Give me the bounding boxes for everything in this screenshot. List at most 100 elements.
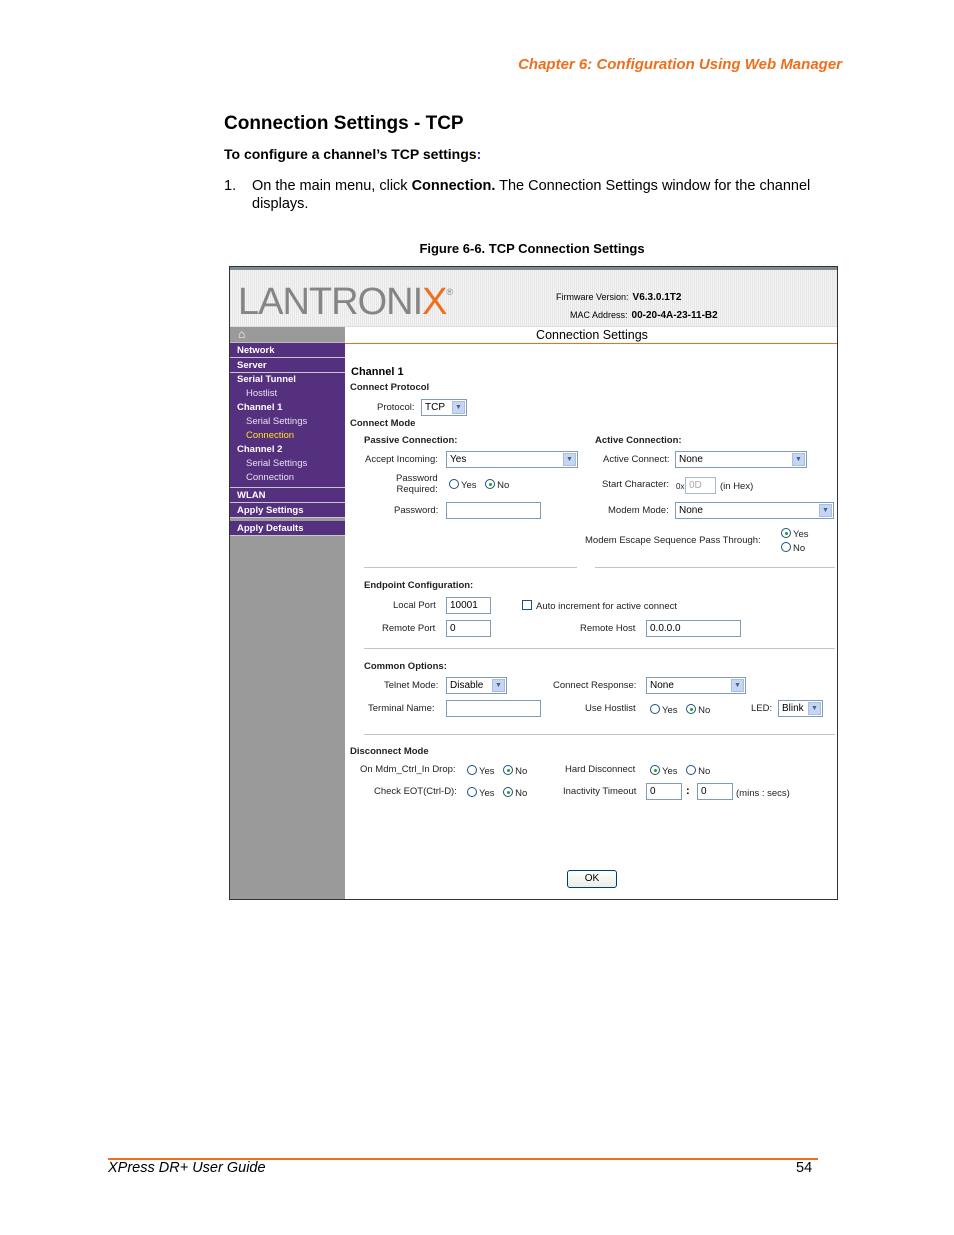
chevron-down-icon: ▼ xyxy=(452,401,465,414)
chevron-down-icon: ▼ xyxy=(808,702,821,715)
page-number: 54 xyxy=(796,1160,813,1176)
chevron-down-icon: ▼ xyxy=(731,679,744,692)
remote-host-label: Remote Host xyxy=(580,623,636,634)
check-eot-label: Check EOT(Ctrl-D): xyxy=(374,786,457,797)
remote-host-input[interactable]: 0.0.0.0 xyxy=(646,620,741,637)
divider xyxy=(364,734,835,735)
password-required-label: Password Required: xyxy=(396,473,438,495)
check-eot-yes-radio[interactable] xyxy=(467,787,477,797)
nav-serial-tunnel[interactable]: Serial Tunnel xyxy=(230,373,345,387)
logo-text: LANTRONI xyxy=(238,281,423,323)
protocol-select[interactable]: TCP ▼ xyxy=(421,399,467,416)
modem-escape-label: Modem Escape Sequence Pass Through: xyxy=(585,535,761,546)
password-required-no-radio[interactable] xyxy=(485,479,496,489)
divider xyxy=(364,567,577,568)
subheading-text: To configure a channel’s TCP settings xyxy=(224,146,477,162)
radio-label-yes: Yes xyxy=(662,766,678,777)
chapter-header: Chapter 6: Configuration Using Web Manag… xyxy=(518,56,842,73)
chevron-down-icon: ▼ xyxy=(819,504,832,517)
mdm-drop-no-radio[interactable] xyxy=(503,765,514,775)
nav-group-channels: Serial Tunnel Hostlist Channel 1 Serial … xyxy=(230,373,345,488)
check-eot-radios: Yes No xyxy=(467,787,527,799)
mac-label: MAC Address: xyxy=(570,310,628,320)
radio-label-no: No xyxy=(515,788,528,799)
nav-ch2-connection[interactable]: Connection xyxy=(230,471,345,485)
hard-disconnect-yes-radio[interactable] xyxy=(650,765,660,775)
terminal-name-input[interactable] xyxy=(446,700,541,717)
accept-incoming-select[interactable]: Yes ▼ xyxy=(446,451,578,468)
inactivity-mins-input[interactable]: 0 xyxy=(646,783,682,800)
nav-server[interactable]: Server xyxy=(230,358,345,373)
nav-channel-1[interactable]: Channel 1 xyxy=(230,401,345,415)
nav-hostlist[interactable]: Hostlist xyxy=(230,387,345,401)
telnet-mode-select[interactable]: Disable ▼ xyxy=(446,677,507,694)
start-character-label: Start Character: xyxy=(602,479,670,490)
main-content: Connection Settings Channel 1 Connect Pr… xyxy=(345,327,837,899)
use-hostlist-yes-radio[interactable] xyxy=(650,704,660,714)
modem-escape-no-radio[interactable] xyxy=(781,542,791,552)
inactivity-separator: : xyxy=(686,785,690,797)
led-value: Blink xyxy=(782,703,804,714)
use-hostlist-label: Use Hostlist xyxy=(585,703,636,714)
nav-ch2-serial-settings[interactable]: Serial Settings xyxy=(230,457,345,471)
auto-increment-checkbox[interactable] xyxy=(522,600,532,610)
start-character-suffix: (in Hex) xyxy=(720,481,754,492)
auto-increment-checkbox-row: Auto increment for active connect xyxy=(522,600,677,612)
nav-apply-defaults[interactable]: Apply Defaults xyxy=(230,521,345,536)
terminal-name-label: Terminal Name: xyxy=(368,703,435,714)
nav-ch1-serial-settings[interactable]: Serial Settings xyxy=(230,415,345,429)
radio-label-yes: Yes xyxy=(461,480,477,491)
nav-network[interactable]: Network xyxy=(230,343,345,358)
modem-mode-value: None xyxy=(679,505,703,516)
start-character-input[interactable]: 0D xyxy=(685,477,716,494)
disconnect-mode-heading: Disconnect Mode xyxy=(350,746,429,757)
hard-disconnect-no-radio[interactable] xyxy=(686,765,697,775)
protocol-value: TCP xyxy=(425,402,445,413)
led-label: LED: xyxy=(751,703,773,714)
hard-disconnect-radios: Yes No xyxy=(650,765,710,777)
radio-label-no: No xyxy=(793,543,806,554)
logo-registered: ® xyxy=(446,287,454,297)
divider xyxy=(595,567,835,568)
use-hostlist-no-radio[interactable] xyxy=(686,704,697,714)
password-label: Password: xyxy=(394,505,439,516)
chevron-down-icon: ▼ xyxy=(563,453,576,466)
modem-escape-yes-radio[interactable] xyxy=(781,528,791,538)
mdm-drop-label: On Mdm_Ctrl_In Drop: xyxy=(360,764,456,775)
active-connect-select[interactable]: None ▼ xyxy=(675,451,807,468)
nav-ch1-connection[interactable]: Connection xyxy=(230,429,345,443)
remote-port-input[interactable]: 0 xyxy=(446,620,491,637)
password-input[interactable] xyxy=(446,502,541,519)
telnet-mode-value: Disable xyxy=(450,680,484,691)
inactivity-timeout-label: Inactivity Timeout xyxy=(563,786,637,797)
radio-label-no: No xyxy=(515,766,528,777)
inactivity-secs-input[interactable]: 0 xyxy=(697,783,733,800)
step-text-a: On the main menu, click xyxy=(252,178,412,194)
mdm-drop-yes-radio[interactable] xyxy=(467,765,477,775)
step-text-bold: Connection. xyxy=(411,178,496,194)
nav-channel-2[interactable]: Channel 2 xyxy=(230,443,345,457)
radio-label-no: No xyxy=(698,705,711,716)
radio-label-no: No xyxy=(497,480,510,491)
channel-heading: Channel 1 xyxy=(351,366,404,378)
local-port-input[interactable]: 10001 xyxy=(446,597,491,614)
lantronix-logo: LANTRONIX® xyxy=(238,281,454,324)
start-character-prefix: 0x xyxy=(676,482,685,491)
led-select[interactable]: Blink ▼ xyxy=(778,700,823,717)
use-hostlist-radios: Yes No xyxy=(650,704,710,716)
modem-mode-select[interactable]: None ▼ xyxy=(675,502,834,519)
accept-incoming-label: Accept Incoming: xyxy=(365,454,438,465)
active-connection-heading: Active Connection: xyxy=(595,435,682,446)
nav-wlan[interactable]: WLAN xyxy=(230,488,345,503)
ok-button[interactable]: OK xyxy=(567,870,617,888)
check-eot-no-radio[interactable] xyxy=(503,787,514,797)
section-title: Connection Settings - TCP xyxy=(224,113,464,134)
password-required-label-1: Password xyxy=(396,473,438,484)
password-required-yes-radio[interactable] xyxy=(449,479,459,489)
home-icon[interactable]: ⌂ xyxy=(230,327,345,343)
nav-apply-settings[interactable]: Apply Settings xyxy=(230,503,345,518)
active-connect-value: None xyxy=(679,454,703,465)
active-connect-label: Active Connect: xyxy=(603,454,670,465)
password-required-label-2: Required: xyxy=(396,484,438,495)
connect-response-select[interactable]: None ▼ xyxy=(646,677,746,694)
